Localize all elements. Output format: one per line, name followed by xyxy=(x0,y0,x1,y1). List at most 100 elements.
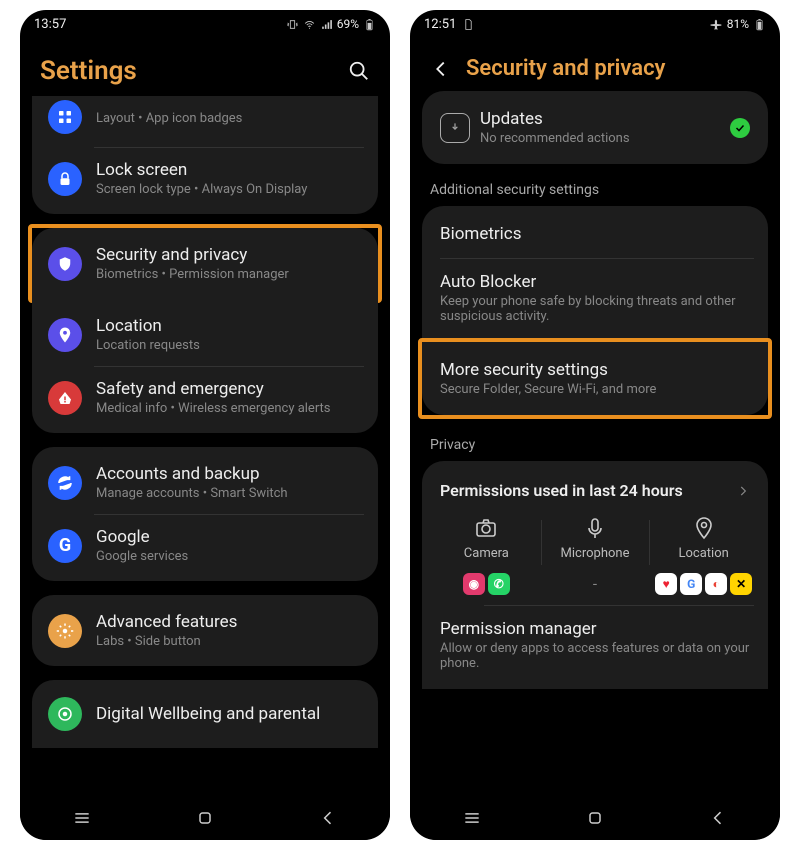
row-title: Lock screen xyxy=(96,160,362,180)
row-title: Advanced features xyxy=(96,612,362,632)
airplane-icon xyxy=(710,18,723,31)
row-security-privacy[interactable]: Security and privacy Biometrics • Permis… xyxy=(32,232,378,295)
row-title: Safety and emergency xyxy=(96,379,362,399)
wifi-icon xyxy=(303,18,316,31)
nav-home[interactable] xyxy=(195,808,215,828)
apps-location: ♥ G ◐ ✕ xyxy=(655,573,752,595)
updates-sub: No recommended actions xyxy=(480,131,720,146)
app-chrome-icon: ◐ xyxy=(705,573,727,595)
pin-icon xyxy=(692,516,716,540)
row-sub: Labs • Side button xyxy=(96,634,362,649)
row-title: Location xyxy=(96,316,362,336)
vibrate-icon xyxy=(286,18,299,31)
highlight-more-security: More security settings Secure Folder, Se… xyxy=(418,338,772,419)
card-more-security: More security settings Secure Folder, Se… xyxy=(422,342,768,415)
card-privacy: Permissions used in last 24 hours Camera… xyxy=(422,461,768,689)
status-right: 81% xyxy=(710,17,766,31)
signal-icon xyxy=(320,18,333,31)
row-lock-screen[interactable]: Lock screen Screen lock type • Always On… xyxy=(32,147,378,210)
phone-right-security: 12:51 81% Security and privacy Updates N… xyxy=(410,10,780,840)
section-additional: Additional security settings xyxy=(422,178,768,206)
nav-back[interactable] xyxy=(318,808,338,828)
perm-camera[interactable]: Camera ◉ ✆ xyxy=(432,516,541,595)
row-title: Digital Wellbeing and parental xyxy=(96,704,362,724)
row-sub: Screen lock type • Always On Display xyxy=(96,182,362,197)
sdcard-icon xyxy=(462,18,475,31)
status-time: 13:57 xyxy=(34,17,66,32)
status-bar: 12:51 81% xyxy=(410,10,780,38)
battery-icon xyxy=(363,18,376,31)
status-battery: 69% xyxy=(337,17,359,31)
row-permission-manager[interactable]: Permission manager Allow or deny apps to… xyxy=(422,605,768,685)
perm-location[interactable]: Location ♥ G ◐ ✕ xyxy=(649,516,758,595)
row-auto-blocker[interactable]: Auto Blocker Keep your phone safe by blo… xyxy=(422,258,768,338)
camera-icon xyxy=(474,516,498,540)
row-sub: Location requests xyxy=(96,338,362,353)
row-digital-wellbeing[interactable]: Digital Wellbeing and parental xyxy=(32,684,378,744)
row-accounts-backup[interactable]: Accounts and backup Manage accounts • Sm… xyxy=(32,451,378,514)
card-accounts: Accounts and backup Manage accounts • Sm… xyxy=(32,447,378,581)
permissions-grid: Camera ◉ ✆ Microphone - Location ♥ xyxy=(422,510,768,605)
nav-recents[interactable] xyxy=(72,808,92,828)
back-icon[interactable] xyxy=(430,58,452,80)
row-home-screen[interactable]: Layout • App icon badges xyxy=(32,98,378,147)
apps-camera: ◉ ✆ xyxy=(463,573,510,595)
row-permissions-used[interactable]: Permissions used in last 24 hours xyxy=(422,465,768,510)
perm-used-title: Permissions used in last 24 hours xyxy=(440,481,683,500)
settings-list: Layout • App icon badges Lock screen Scr… xyxy=(20,96,390,796)
nav-back[interactable] xyxy=(708,808,728,828)
status-time: 12:51 xyxy=(424,17,456,32)
perm-label: Location xyxy=(679,546,729,561)
mic-icon xyxy=(583,516,607,540)
card-updates[interactable]: Updates No recommended actions xyxy=(422,91,768,164)
nav-recents[interactable] xyxy=(462,808,482,828)
wellbeing-icon xyxy=(48,697,82,731)
row-location[interactable]: Location Location requests xyxy=(32,303,378,366)
chevron-right-icon xyxy=(736,484,750,498)
highlight-security: Security and privacy Biometrics • Permis… xyxy=(28,224,382,303)
settings-header: Settings xyxy=(20,38,390,96)
search-icon[interactable] xyxy=(348,60,370,82)
perm-microphone[interactable]: Microphone - xyxy=(541,516,650,595)
phone-left-settings: 13:57 69% Settings Layout • App icon bad… xyxy=(20,10,390,840)
card-display-lock: Layout • App icon badges Lock screen Scr… xyxy=(32,96,378,214)
row-google[interactable]: G Google Google services xyxy=(32,514,378,577)
app-whatsapp-icon: ✆ xyxy=(488,573,510,595)
status-bar: 13:57 69% xyxy=(20,10,390,38)
row-more-security[interactable]: More security settings Secure Folder, Se… xyxy=(422,346,768,411)
card-security-top: Security and privacy Biometrics • Permis… xyxy=(32,228,378,299)
security-content: Updates No recommended actions Additiona… xyxy=(410,91,780,796)
perm-label: Camera xyxy=(464,546,509,561)
nav-home[interactable] xyxy=(585,808,605,828)
row-advanced-features[interactable]: Advanced features Labs • Side button xyxy=(32,599,378,662)
row-sub: Allow or deny apps to access features or… xyxy=(440,641,750,671)
emergency-icon xyxy=(48,381,82,415)
card-advanced: Advanced features Labs • Side button xyxy=(32,595,378,666)
row-title: Security and privacy xyxy=(96,245,362,265)
shield-icon xyxy=(48,247,82,281)
row-title: Google xyxy=(96,527,362,547)
app-google-icon: G xyxy=(680,573,702,595)
row-safety-emergency[interactable]: Safety and emergency Medical info • Wire… xyxy=(32,366,378,429)
app-instagram-icon: ◉ xyxy=(463,573,485,595)
navigation-bar xyxy=(410,796,780,840)
card-security-rest: Location Location requests Safety and em… xyxy=(32,299,378,433)
row-sub: Biometrics • Permission manager xyxy=(96,267,362,282)
row-title: Auto Blocker xyxy=(440,272,750,292)
page-title: Security and privacy xyxy=(466,56,665,81)
row-sub: Secure Folder, Secure Wi-Fi, and more xyxy=(440,382,750,397)
home-icon xyxy=(48,100,82,134)
row-title: Accounts and backup xyxy=(96,464,362,484)
updates-title: Updates xyxy=(480,109,720,129)
perm-label: Microphone xyxy=(561,546,630,561)
biometrics-title: Biometrics xyxy=(440,224,750,244)
navigation-bar xyxy=(20,796,390,840)
card-additional-top: Biometrics Auto Blocker Keep your phone … xyxy=(422,206,768,342)
status-battery: 81% xyxy=(727,17,749,31)
advanced-icon xyxy=(48,614,82,648)
lock-icon xyxy=(48,162,82,196)
row-biometrics[interactable]: Biometrics xyxy=(422,210,768,258)
section-privacy: Privacy xyxy=(422,433,768,461)
app-other-icon: ✕ xyxy=(730,573,752,595)
row-title: Permission manager xyxy=(440,619,750,639)
